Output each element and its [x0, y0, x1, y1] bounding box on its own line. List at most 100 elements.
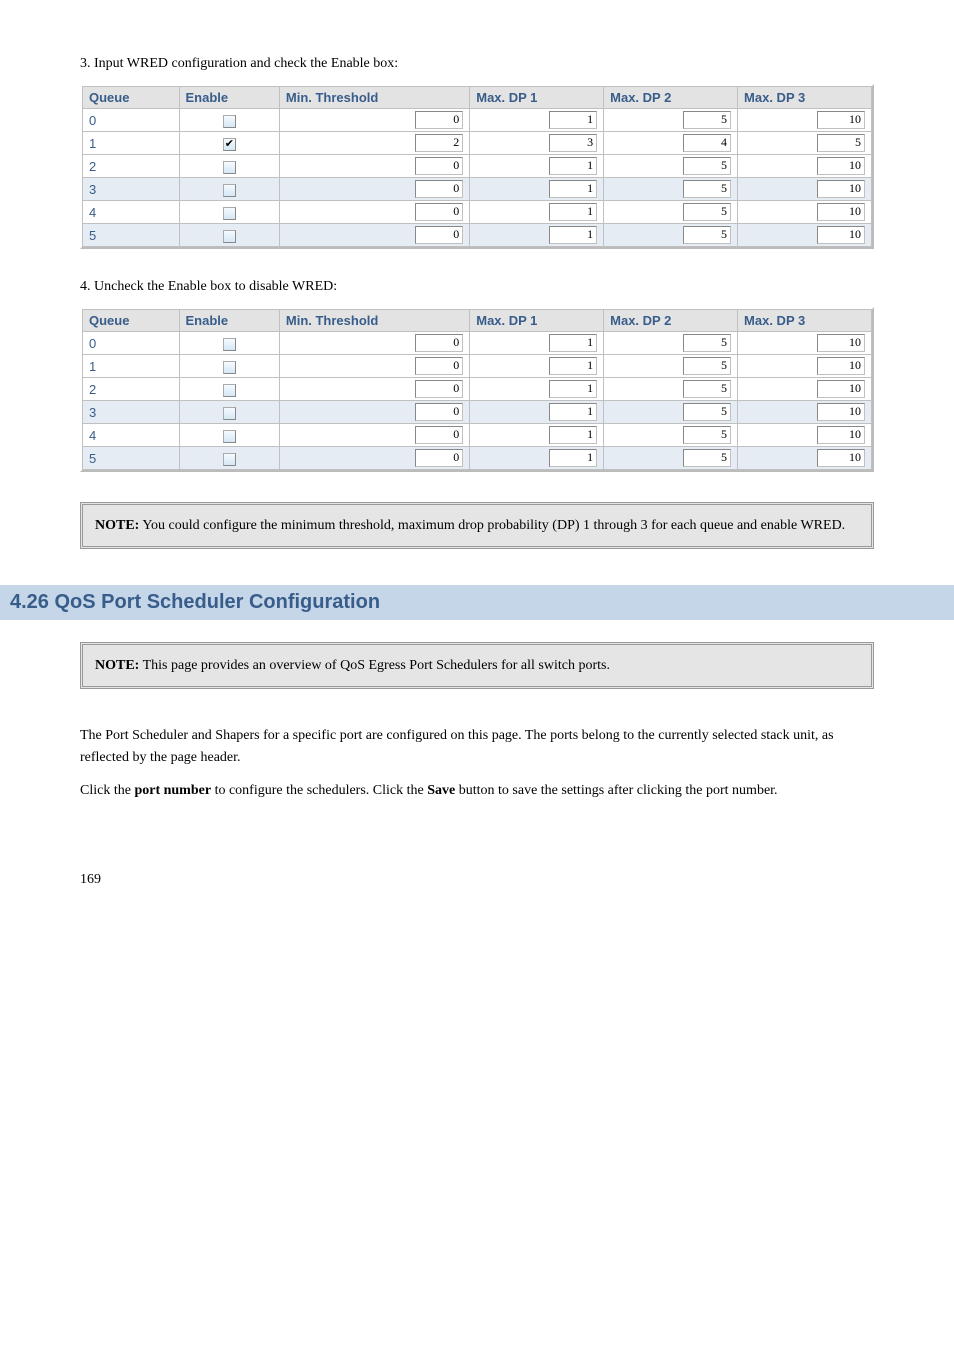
enable-checkbox[interactable]: [223, 138, 236, 151]
dp2-input[interactable]: 5: [683, 426, 731, 444]
dp3-input[interactable]: 10: [817, 380, 865, 398]
min-input[interactable]: 0: [415, 357, 463, 375]
dp2-input[interactable]: 4: [683, 134, 731, 152]
table-row: 5 0 1 5 10: [83, 447, 872, 470]
table-row: 0 0 1 5 10: [83, 109, 872, 132]
min-input[interactable]: 0: [415, 111, 463, 129]
enable-checkbox[interactable]: [223, 115, 236, 128]
dp2-input[interactable]: 5: [683, 449, 731, 467]
save-label: Save: [427, 783, 455, 798]
table-row: 101510: [83, 355, 872, 378]
dp2-cell: 5: [604, 378, 738, 401]
min-cell: 0: [279, 201, 469, 224]
enable-checkbox[interactable]: [223, 407, 236, 420]
min-input[interactable]: 0: [415, 403, 463, 421]
dp3-input[interactable]: 10: [817, 334, 865, 352]
dp2-input[interactable]: 5: [683, 403, 731, 421]
min-input[interactable]: 0: [415, 226, 463, 244]
enable-checkbox[interactable]: [223, 230, 236, 243]
min-input[interactable]: 0: [415, 449, 463, 467]
dp3-input[interactable]: 10: [817, 357, 865, 375]
dp3-input[interactable]: 10: [817, 403, 865, 421]
enable-cell: [179, 332, 279, 355]
dp1-input[interactable]: 1: [549, 403, 597, 421]
dp3-input[interactable]: 10: [817, 226, 865, 244]
dp3-input[interactable]: 10: [817, 426, 865, 444]
queue-cell: 3: [83, 178, 180, 201]
dp2-input[interactable]: 5: [683, 226, 731, 244]
queue-cell: 4: [83, 424, 180, 447]
body-paragraph-2: Click the port number to configure the s…: [80, 780, 874, 802]
table1-intro: 3. Input WRED configuration and check th…: [80, 56, 874, 72]
dp1-input[interactable]: 1: [549, 203, 597, 221]
dp1-cell: 1: [470, 424, 604, 447]
dp3-cell: 10: [738, 378, 872, 401]
th-queue: Queue: [83, 87, 180, 109]
dp1-input[interactable]: 1: [549, 226, 597, 244]
min-input[interactable]: 2: [415, 134, 463, 152]
queue-cell: 5: [83, 447, 180, 470]
table-row: 4 0 1 5 10: [83, 201, 872, 224]
queue-cell: 0: [83, 109, 180, 132]
dp2-input[interactable]: 5: [683, 203, 731, 221]
enable-checkbox[interactable]: [223, 338, 236, 351]
dp1-input[interactable]: 1: [549, 334, 597, 352]
dp3-input[interactable]: 10: [817, 449, 865, 467]
dp1-input[interactable]: 1: [549, 111, 597, 129]
queue-cell: 2: [83, 155, 180, 178]
dp3-input[interactable]: 10: [817, 111, 865, 129]
body-paragraph-1: The Port Scheduler and Shapers for a spe…: [80, 725, 874, 768]
dp2-input[interactable]: 5: [683, 380, 731, 398]
enable-cell: [179, 378, 279, 401]
th-dp2: Max. DP 2: [604, 310, 738, 332]
enable-checkbox[interactable]: [223, 184, 236, 197]
dp2-input[interactable]: 5: [683, 157, 731, 175]
dp1-input[interactable]: 3: [549, 134, 597, 152]
th-enable: Enable: [179, 87, 279, 109]
min-cell: 0: [279, 224, 469, 247]
dp2-input[interactable]: 5: [683, 334, 731, 352]
dp3-cell: 10: [738, 109, 872, 132]
dp3-input[interactable]: 10: [817, 180, 865, 198]
min-input[interactable]: 0: [415, 380, 463, 398]
min-input[interactable]: 0: [415, 157, 463, 175]
min-input[interactable]: 0: [415, 180, 463, 198]
queue-cell: 4: [83, 201, 180, 224]
dp2-input[interactable]: 5: [683, 180, 731, 198]
dp3-input[interactable]: 10: [817, 157, 865, 175]
dp1-input[interactable]: 1: [549, 449, 597, 467]
enable-checkbox[interactable]: [223, 361, 236, 374]
enable-checkbox[interactable]: [223, 207, 236, 220]
dp2-cell: 5: [604, 355, 738, 378]
min-input[interactable]: 0: [415, 426, 463, 444]
dp1-input[interactable]: 1: [549, 180, 597, 198]
min-input[interactable]: 0: [415, 334, 463, 352]
dp3-input[interactable]: 5: [817, 134, 865, 152]
th-dp3: Max. DP 3: [738, 310, 872, 332]
min-cell: 0: [279, 355, 469, 378]
table-row: 001510: [83, 332, 872, 355]
enable-checkbox[interactable]: [223, 384, 236, 397]
queue-cell: 3: [83, 401, 180, 424]
dp3-cell: 10: [738, 178, 872, 201]
dp1-input[interactable]: 1: [549, 380, 597, 398]
dp1-input[interactable]: 1: [549, 357, 597, 375]
enable-checkbox[interactable]: [223, 453, 236, 466]
dp2-input[interactable]: 5: [683, 357, 731, 375]
queue-cell: 1: [83, 355, 180, 378]
note-label: NOTE:: [95, 518, 139, 533]
th-dp3: Max. DP 3: [738, 87, 872, 109]
enable-cell: [179, 109, 279, 132]
min-cell: 0: [279, 401, 469, 424]
min-input[interactable]: 0: [415, 203, 463, 221]
dp3-input[interactable]: 10: [817, 203, 865, 221]
enable-cell: [179, 401, 279, 424]
dp2-input[interactable]: 5: [683, 111, 731, 129]
enable-checkbox[interactable]: [223, 430, 236, 443]
dp1-input[interactable]: 1: [549, 157, 597, 175]
enable-cell: [179, 132, 279, 155]
dp1-input[interactable]: 1: [549, 426, 597, 444]
dp1-cell: 1: [470, 355, 604, 378]
dp3-cell: 10: [738, 401, 872, 424]
enable-checkbox[interactable]: [223, 161, 236, 174]
